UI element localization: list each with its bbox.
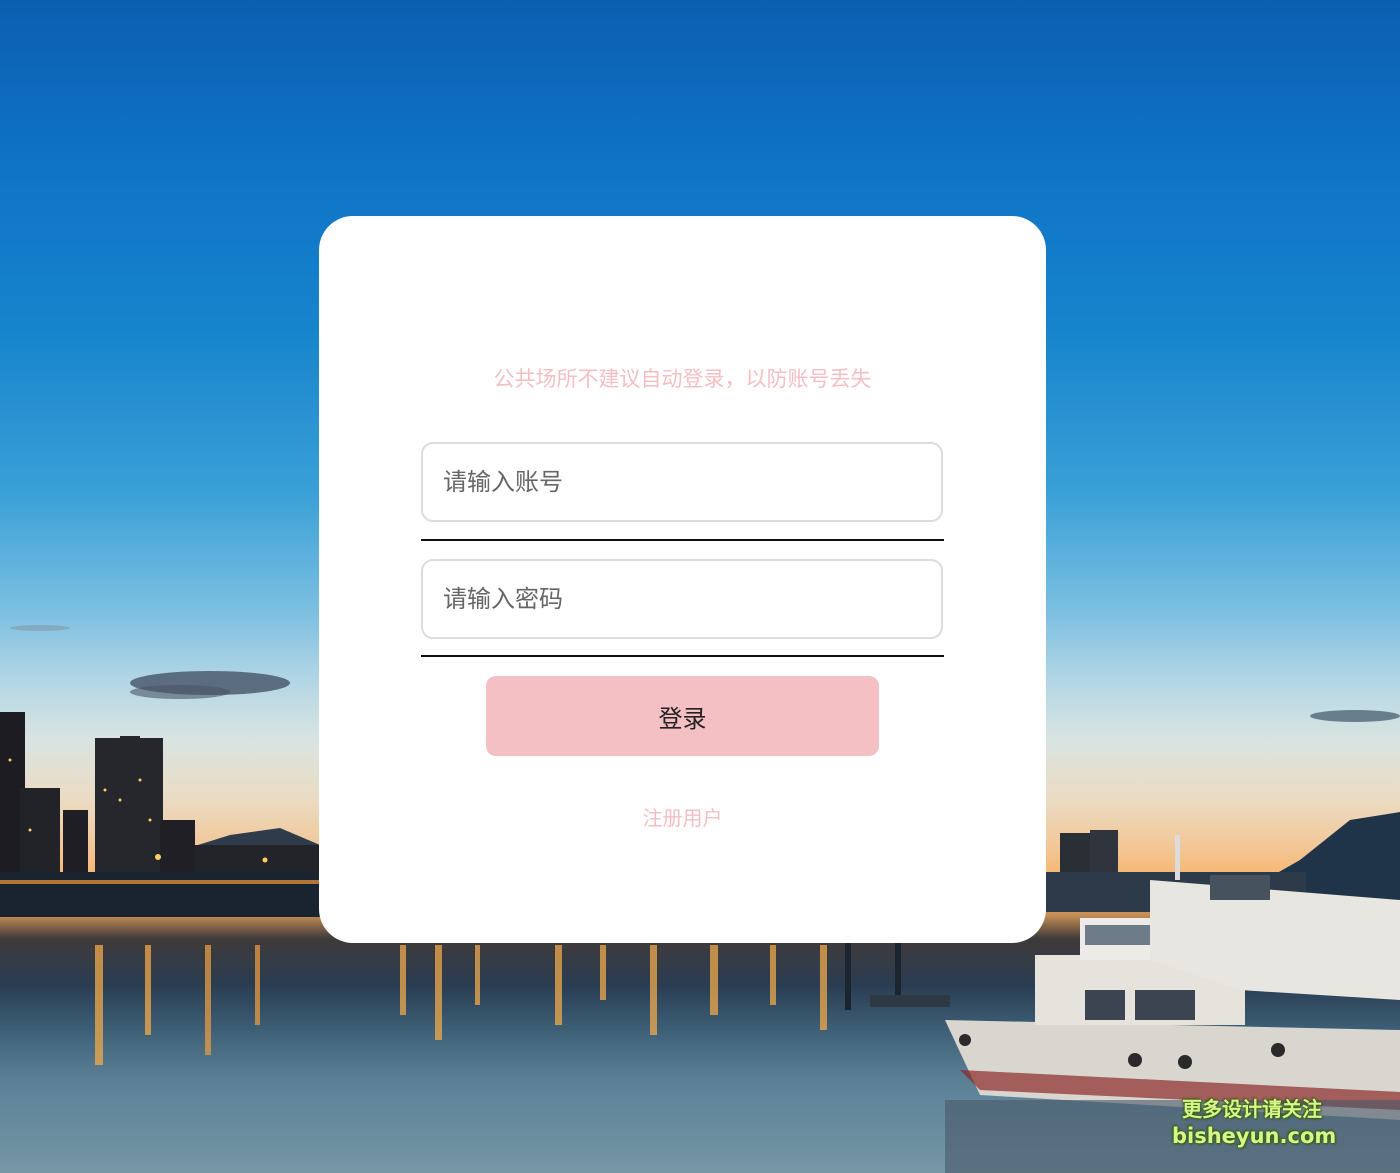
password-field-wrapper	[421, 559, 943, 639]
login-button[interactable]: 登录	[486, 676, 879, 756]
account-input[interactable]	[423, 444, 923, 520]
login-notice: 公共场所不建议自动登录，以防账号丢失	[493, 367, 872, 391]
watermark: 更多设计请关注 bisheyun.com	[1172, 1096, 1337, 1150]
password-input[interactable]	[423, 561, 923, 637]
register-link[interactable]: 注册用户	[0, 802, 1365, 831]
watermark-line1: 更多设计请关注	[1182, 1097, 1322, 1121]
password-underline	[421, 655, 944, 657]
watermark-line2: bisheyun.com	[1172, 1124, 1337, 1148]
account-field-wrapper	[421, 442, 943, 522]
account-underline	[421, 539, 944, 541]
